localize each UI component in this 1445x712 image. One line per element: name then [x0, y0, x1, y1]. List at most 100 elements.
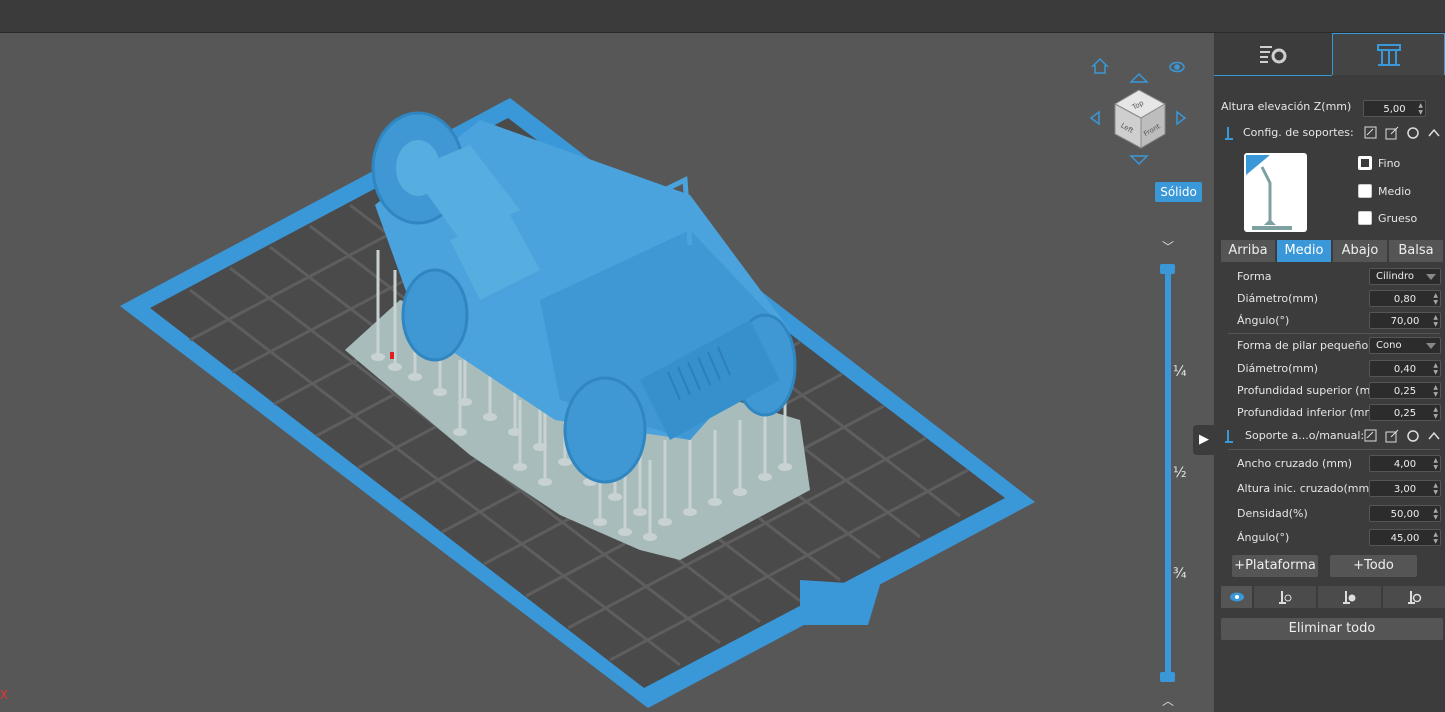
small-diameter-label: Diámetro(mm): [1237, 362, 1319, 375]
refresh-icon[interactable]: [1406, 429, 1420, 443]
plate-lip: [800, 580, 880, 625]
top-toolbar: [0, 0, 1445, 33]
edit-support-tool[interactable]: [1382, 586, 1445, 608]
expand-panel-arrow[interactable]: ▶: [1193, 425, 1214, 455]
delete-all-button[interactable]: Eliminar todo: [1221, 618, 1443, 640]
angle-input[interactable]: 70,00 ▲ ▼: [1369, 312, 1441, 329]
tab-supports[interactable]: [1332, 33, 1445, 75]
build-plate-scene[interactable]: [0, 33, 1214, 712]
cross-width-value: 4,00: [1393, 459, 1417, 470]
rotate-right-icon: [1176, 110, 1187, 126]
supports-panel: Altura elevación Z(mm) 5,00 ▲ ▼ Config. de…: [1214, 33, 1445, 712]
slider-tick-quarter: ¼: [1173, 364, 1187, 380]
angle2-label: Ángulo(°): [1237, 531, 1290, 544]
collapse-icon[interactable]: [1427, 429, 1441, 443]
export-icon[interactable]: [1385, 429, 1399, 443]
tab-raft[interactable]: Balsa: [1389, 240, 1443, 262]
list-gear-icon: [1260, 46, 1287, 64]
home-icon: [1091, 57, 1109, 74]
fine-checkbox[interactable]: [1358, 156, 1372, 170]
cross-height-input[interactable]: 3,00 ▲ ▼: [1369, 480, 1441, 497]
rotate-up-icon: [1129, 72, 1149, 83]
top-depth-input[interactable]: 0,25 ▲ ▼: [1369, 382, 1441, 399]
angle-label: Ángulo(°): [1237, 314, 1290, 327]
lift-height-input[interactable]: 5,00 ▲ ▼: [1363, 100, 1426, 117]
rotate-left-icon: [1089, 110, 1100, 126]
render-mode-button[interactable]: Sólido: [1155, 182, 1202, 202]
small-pillar-label: Forma de pilar pequeño: [1237, 339, 1369, 352]
layer-up-chevron-icon[interactable]: ︿: [1158, 692, 1178, 708]
import-icon[interactable]: [1364, 429, 1378, 443]
bottom-depth-value: 0,25: [1393, 408, 1417, 419]
import-icon[interactable]: [1364, 126, 1378, 140]
shape-value: Cilindro: [1376, 271, 1415, 282]
eye-icon: [1229, 592, 1244, 602]
support-remove-icon: [1343, 591, 1356, 604]
density-value: 50,00: [1390, 509, 1420, 520]
support-add-icon: [1279, 591, 1292, 604]
cross-width-label: Ancho cruzado (mm): [1237, 457, 1353, 470]
tab-top[interactable]: Arriba: [1221, 240, 1275, 262]
angle-value: 70,00: [1390, 316, 1420, 327]
tab-middle[interactable]: Medio: [1277, 240, 1331, 262]
angle2-input[interactable]: 45,00 ▲ ▼: [1369, 529, 1441, 546]
thick-label: Grueso: [1378, 212, 1418, 225]
density-input[interactable]: 50,00 ▲ ▼: [1369, 505, 1441, 522]
slider-tick-half: ½: [1173, 465, 1187, 481]
rotate-down-icon: [1129, 155, 1149, 166]
slider-tick-three-quarter: ¾: [1173, 566, 1187, 582]
3d-viewport[interactable]: ▶: [0, 33, 1214, 712]
tab-settings[interactable]: [1214, 33, 1332, 76]
angle2-value: 45,00: [1390, 533, 1420, 544]
divider: [1228, 333, 1440, 334]
support-subtabs: Arriba Medio Abajo Balsa: [1221, 240, 1443, 262]
shape-label: Forma: [1237, 270, 1272, 283]
cross-width-input[interactable]: 4,00 ▲ ▼: [1369, 455, 1441, 472]
top-depth-value: 0,25: [1393, 386, 1417, 397]
add-support-tool[interactable]: [1254, 586, 1317, 608]
remove-support-tool[interactable]: [1318, 586, 1381, 608]
top-depth-label: Profundidad superior (mm): [1237, 384, 1386, 397]
cross-height-value: 3,00: [1393, 484, 1417, 495]
collapse-icon[interactable]: [1427, 126, 1441, 140]
refresh-icon[interactable]: [1406, 126, 1420, 140]
add-all-button[interactable]: +Todo: [1330, 555, 1417, 577]
support-pillars-icon: [1376, 43, 1401, 66]
small-diameter-value: 0,40: [1393, 364, 1417, 375]
support-small-icon: [1225, 430, 1233, 443]
layer-slider-track[interactable]: [1165, 268, 1171, 678]
tab-bottom[interactable]: Abajo: [1333, 240, 1387, 262]
support-preview-image: [1244, 153, 1307, 232]
lift-height-label: Altura elevación Z(mm): [1221, 100, 1352, 113]
cross-height-label: Altura inic. cruzado(mm): [1237, 482, 1374, 495]
add-platform-button[interactable]: +Plataforma: [1232, 555, 1318, 577]
thick-checkbox[interactable]: [1358, 211, 1372, 225]
bottom-depth-label: Profundidad inferior (mm): [1237, 406, 1380, 419]
density-label: Densidad(%): [1237, 507, 1308, 520]
layer-slider-top-handle[interactable]: [1160, 264, 1175, 274]
diameter-value: 0,80: [1393, 294, 1417, 305]
auto-manual-label: Soporte a...o/manual:: [1245, 429, 1365, 442]
layer-slider-bottom-handle[interactable]: [1160, 672, 1175, 682]
support-config-label: Config. de soportes:: [1243, 126, 1354, 139]
small-diameter-input[interactable]: 0,40 ▲ ▼: [1369, 360, 1441, 377]
layer-down-chevron-icon[interactable]: ﹀: [1158, 238, 1178, 254]
medium-label: Medio: [1378, 185, 1412, 198]
navigation-cube[interactable]: Top Left Front: [1085, 52, 1195, 172]
fine-label: Fino: [1378, 157, 1401, 170]
bottom-depth-input[interactable]: 0,25 ▲ ▼: [1369, 404, 1441, 421]
shape-select[interactable]: Cilindro: [1369, 268, 1441, 285]
lift-height-value: 5,00: [1383, 104, 1406, 115]
small-pillar-select[interactable]: Cono: [1369, 337, 1441, 354]
export-icon[interactable]: [1385, 126, 1399, 140]
support-small-icon: [1225, 127, 1233, 140]
divider: [1228, 449, 1440, 450]
support-edit-icon: [1407, 591, 1422, 604]
diameter-input[interactable]: 0,80 ▲ ▼: [1369, 290, 1441, 307]
toggle-visibility-button[interactable]: [1221, 586, 1252, 608]
medium-checkbox[interactable]: [1358, 184, 1372, 198]
support-tools-row: [1221, 586, 1445, 608]
red-marker: [390, 352, 394, 359]
x-axis-label: X: [0, 688, 9, 702]
small-pillar-value: Cono: [1376, 340, 1402, 351]
